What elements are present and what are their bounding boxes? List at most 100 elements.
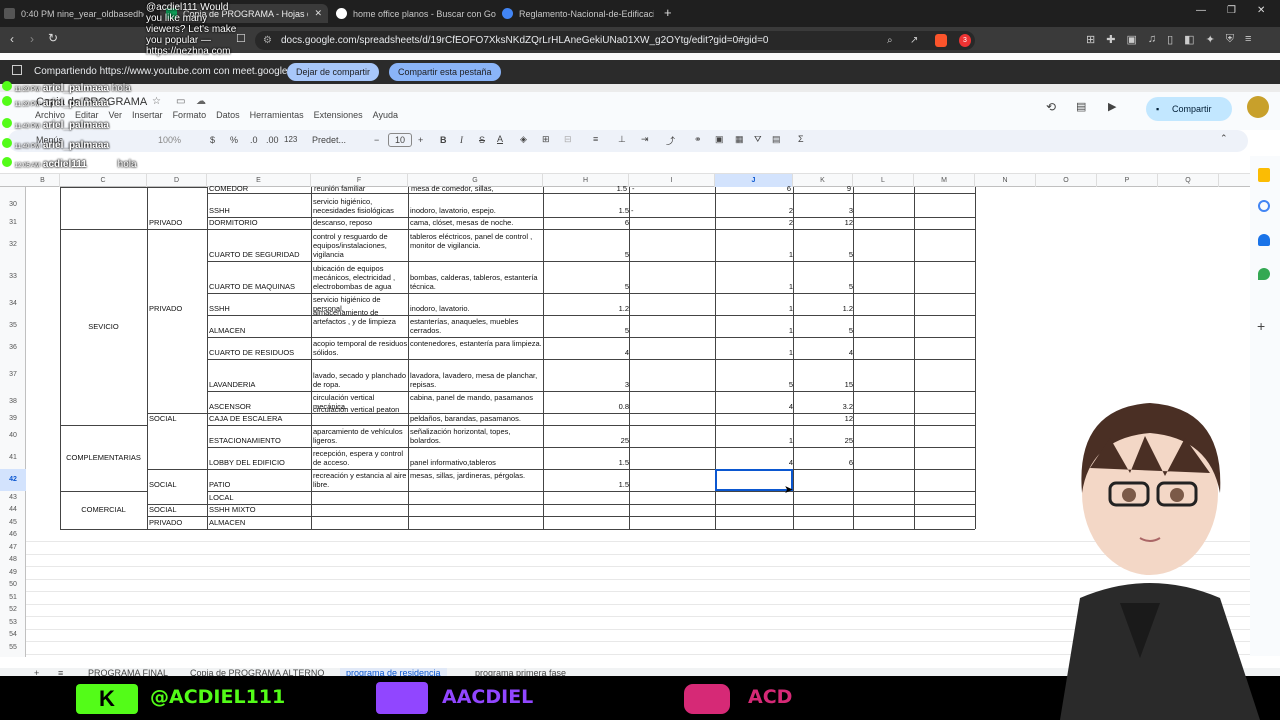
cell-f33[interactable]: ubicación de equipos mecánicos, electric… bbox=[313, 264, 408, 291]
cell-i37[interactable] bbox=[631, 380, 661, 389]
cell-j34[interactable]: 1 bbox=[717, 304, 793, 313]
cell-h43[interactable] bbox=[545, 493, 629, 502]
cell-g35[interactable]: estanterías, anaqueles, muebles cerrados… bbox=[410, 317, 543, 335]
cell-d30[interactable] bbox=[149, 206, 207, 215]
cell-e44[interactable]: SSHH MIXTO bbox=[209, 505, 311, 514]
cell-d32[interactable] bbox=[149, 250, 207, 259]
cell-k36[interactable]: 4 bbox=[795, 348, 853, 357]
cell-h40[interactable]: 25 bbox=[545, 436, 629, 445]
cell-f42[interactable]: recreación y estancia al aire libre. bbox=[313, 471, 408, 489]
cell-d39[interactable]: SOCIAL bbox=[149, 414, 207, 423]
cell-i38[interactable] bbox=[631, 402, 661, 411]
cell-d43[interactable] bbox=[149, 493, 207, 502]
cell-j43[interactable] bbox=[717, 493, 793, 502]
cell-e41[interactable]: LOBBY DEL EDIFICIO bbox=[209, 458, 311, 467]
cell-j41[interactable]: 4 bbox=[717, 458, 793, 467]
cell-k43[interactable] bbox=[795, 493, 853, 502]
close-window-icon[interactable]: ✕ bbox=[1257, 5, 1265, 16]
cell-j33[interactable]: 1 bbox=[717, 282, 793, 291]
cell-g33[interactable]: bombas, calderas, tableros, estantería t… bbox=[410, 273, 543, 291]
add-addon-icon[interactable]: + bbox=[1257, 318, 1265, 334]
cell-d38[interactable] bbox=[149, 402, 207, 411]
cell-j45[interactable] bbox=[717, 518, 793, 527]
cell-e38[interactable]: ASCENSOR bbox=[209, 402, 311, 411]
cell-h42[interactable]: 1.5 bbox=[545, 480, 629, 489]
cell-e37[interactable]: LAVANDERIA bbox=[209, 380, 311, 389]
cell-g30[interactable]: inodoro, lavatorio, espejo. bbox=[410, 206, 543, 215]
cell-e33[interactable]: CUARTO DE MAQUINAS bbox=[209, 282, 311, 291]
cell-f35[interactable]: almacenamiento de artefactos , y de limp… bbox=[313, 308, 408, 335]
cell-g41[interactable]: panel informativo,tableros bbox=[410, 458, 543, 467]
cell-h41[interactable]: 1.5 bbox=[545, 458, 629, 467]
cell-d31[interactable]: PRIVADO bbox=[149, 218, 207, 227]
cell-i30[interactable]: - bbox=[631, 206, 661, 215]
cell-h31[interactable]: 6 bbox=[545, 218, 629, 227]
cell-i36[interactable] bbox=[631, 348, 661, 357]
cell-k44[interactable] bbox=[795, 505, 853, 514]
cell-i33[interactable] bbox=[631, 282, 661, 291]
cell-g40[interactable]: señalización horizontal, topes, bolardos… bbox=[410, 427, 543, 445]
cell-e43[interactable]: LOCAL bbox=[209, 493, 311, 502]
cell-k35[interactable]: 5 bbox=[795, 326, 853, 335]
cell-h38[interactable]: 0.8 bbox=[545, 402, 629, 411]
cell-j29[interactable]: 6 bbox=[718, 184, 791, 193]
cell-i29[interactable]: - bbox=[632, 184, 652, 193]
group-comercial[interactable]: COMERCIAL bbox=[62, 505, 145, 514]
tasks-icon[interactable] bbox=[1258, 200, 1270, 212]
cell-h29[interactable]: 1.5 bbox=[546, 184, 627, 193]
cell-j30[interactable]: 2 bbox=[717, 206, 793, 215]
cell-e32[interactable]: CUARTO DE SEGURIDAD bbox=[209, 250, 311, 259]
cell-f37[interactable]: lavado, secado y planchado de ropa. bbox=[313, 371, 408, 389]
cell-i44[interactable] bbox=[631, 505, 661, 514]
cell-k39[interactable]: 12 bbox=[795, 414, 853, 423]
cell-f36[interactable]: acopio temporal de residuos sólidos. bbox=[313, 339, 408, 357]
cell-k42[interactable] bbox=[795, 480, 853, 489]
cell-k34[interactable]: 1.2 bbox=[795, 304, 853, 313]
cell-h33[interactable]: 5 bbox=[545, 282, 629, 291]
cell-k45[interactable] bbox=[795, 518, 853, 527]
cell-f40[interactable]: aparcamiento de vehículos ligeros. bbox=[313, 427, 408, 445]
cell-h44[interactable] bbox=[545, 505, 629, 514]
cell-j44[interactable] bbox=[717, 505, 793, 514]
cell-h45[interactable] bbox=[545, 518, 629, 527]
cell-i41[interactable] bbox=[631, 458, 661, 467]
cell-g32[interactable]: tableros eléctricos, panel de control , … bbox=[410, 232, 543, 259]
cell-g42[interactable]: mesas, sillas, jardineras, pérgolas. bbox=[410, 471, 543, 489]
cell-i45[interactable] bbox=[631, 518, 661, 527]
group-servicio[interactable]: SEVICIO bbox=[62, 322, 145, 331]
cell-k29[interactable]: 9 bbox=[796, 184, 851, 193]
cell-j35[interactable]: 1 bbox=[717, 326, 793, 335]
cell-e40[interactable]: ESTACIONAMIENTO bbox=[209, 436, 311, 445]
selected-cell-j42[interactable] bbox=[715, 469, 793, 491]
cell-d44[interactable]: SOCIAL bbox=[149, 505, 207, 514]
cell-j31[interactable]: 2 bbox=[717, 218, 793, 227]
cell-h34[interactable]: 1.2 bbox=[545, 304, 629, 313]
cell-e36[interactable]: CUARTO DE RESIDUOS bbox=[209, 348, 311, 357]
cell-h35[interactable]: 5 bbox=[545, 326, 629, 335]
cell-i42[interactable] bbox=[631, 480, 661, 489]
cell-e34[interactable]: SSHH bbox=[209, 304, 311, 313]
cell-k41[interactable]: 6 bbox=[795, 458, 853, 467]
avatar[interactable] bbox=[1247, 96, 1269, 118]
cell-h32[interactable]: 5 bbox=[545, 250, 629, 259]
cell-i43[interactable] bbox=[631, 493, 661, 502]
cell-d40[interactable] bbox=[149, 436, 207, 445]
cell-k32[interactable]: 5 bbox=[795, 250, 853, 259]
cell-k37[interactable]: 15 bbox=[795, 380, 853, 389]
cell-f29[interactable]: reunión familiar bbox=[314, 184, 406, 193]
cell-e29[interactable]: COMEDOR bbox=[209, 184, 309, 193]
cell-i34[interactable] bbox=[631, 304, 661, 313]
cell-k38[interactable]: 3.2 bbox=[795, 402, 853, 411]
cell-d45[interactable]: PRIVADO bbox=[149, 518, 207, 527]
cell-d41[interactable] bbox=[149, 458, 207, 467]
cell-i39[interactable] bbox=[631, 414, 661, 423]
cell-h36[interactable]: 4 bbox=[545, 348, 629, 357]
cell-k30[interactable]: 3 bbox=[795, 206, 853, 215]
cell-k40[interactable]: 25 bbox=[795, 436, 853, 445]
cell-f30[interactable]: servicio higiénico, necesidades fisiológ… bbox=[313, 197, 408, 215]
cell-g38[interactable]: cabina, panel de mando, pasamanos bbox=[410, 393, 543, 411]
cell-d35[interactable] bbox=[149, 326, 207, 335]
cell-f39[interactable]: circulación vertical peaton bbox=[313, 405, 408, 423]
cell-j39[interactable] bbox=[717, 414, 793, 423]
cell-e39[interactable]: CAJA DE ESCALERA bbox=[209, 414, 311, 423]
